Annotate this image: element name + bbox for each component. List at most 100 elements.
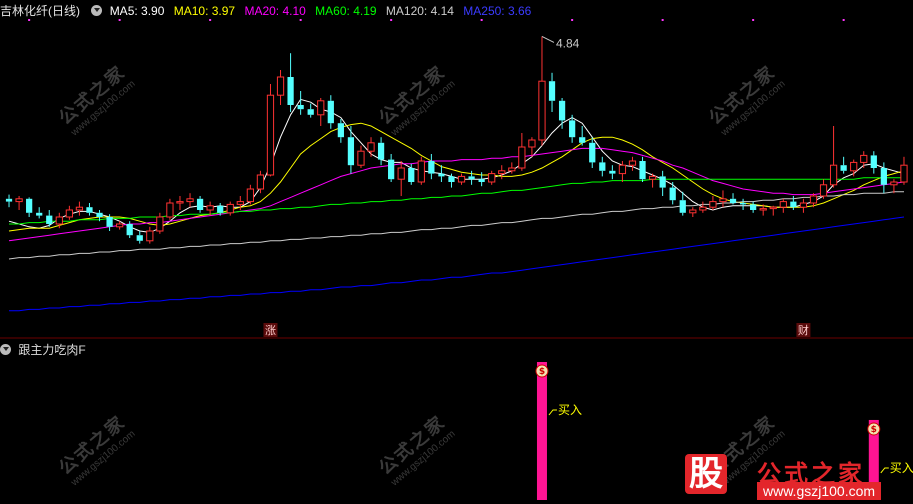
candle-body-up [779,201,787,208]
candle-body-down [86,207,93,213]
event-mark-label: 财 [798,323,809,337]
candle-body-down [669,187,676,201]
candle-body-down [679,200,686,213]
candle-body-up [709,201,717,208]
candle-body-down [739,203,747,205]
ma10-label: MA10: 3.97 [173,4,236,18]
candle-body-up [186,198,194,203]
candle-body-up [538,80,546,141]
candle-body-down [196,198,204,210]
candle-body-down [217,205,224,213]
candle-body-up [176,201,184,204]
candle-body-down [5,198,13,202]
buy-label: 买入 [558,403,582,417]
event-mark-label: 涨 [265,324,276,337]
candle-body-up [829,164,838,186]
candle-body-up [528,139,536,148]
candle-body-up [417,160,425,183]
ma60-label: MA60: 4.19 [315,4,377,18]
candle-body-up [367,142,375,152]
candle-body-up [206,205,214,211]
candle-body-up [648,175,657,180]
candle-body-up [246,188,254,203]
candle-body-down [750,204,757,210]
indicator-toggle-icon[interactable] [91,5,103,16]
candle-body-up [518,146,526,169]
candle-body-up [146,230,154,242]
candle-body-up [508,167,516,172]
candle-body-down [729,198,737,203]
logo-glyph: 股 [685,454,727,494]
candle-body-up [799,202,808,208]
candle-body-down [297,105,304,110]
ma5-label: MA5: 3.90 [109,4,165,18]
candle-body-down [639,161,646,180]
candle-body-down [388,159,395,180]
candle-body-down [548,81,556,101]
candle-body-down [46,215,53,224]
boundary-dot [752,19,755,21]
candle-body-up [719,198,727,203]
sub-indicator-name: 跟主力吃肉F [18,343,86,357]
candle-body-up [900,164,908,183]
svg-text:$: $ [871,425,877,435]
candle [417,156,425,185]
logo-url: www.gszj100.com [757,482,882,500]
candle-body-up [809,195,818,204]
candle-body-down [337,123,344,138]
candle-body-up [488,173,496,183]
candle-body-down [558,100,566,121]
sub-indicator-legend: 跟主力吃肉F [0,342,86,358]
candle-body-down [448,176,455,182]
boundary-dot [842,19,845,21]
ma120-label: MA120: 4.14 [385,4,454,18]
candle [266,84,275,177]
boundary-dot [571,19,574,21]
candle-body-up [156,216,164,232]
ma250-label: MA250: 3.66 [463,4,532,18]
candle-body-down [790,201,797,208]
site-logo: 股 公式之家 www.gszj100.com [679,452,909,502]
candle-body-up [317,100,325,116]
candle-body-down [599,162,606,171]
boundary-dot [661,19,664,21]
sub-indicator-toggle-icon[interactable] [0,344,11,355]
candle-body-down [428,161,435,174]
candle-body-down [478,179,485,182]
candle-body-up [236,201,244,205]
candle-body-up [759,208,767,211]
candle-body-down [377,142,385,160]
stock-title: 吉林化纤(日线) [0,4,80,18]
candle-body-up [699,206,707,211]
ma-legend: 吉林化纤(日线) MA5: 3.90 MA10: 3.97 MA20: 4.10… [0,2,537,20]
candle-body-up [498,170,506,175]
candle-body-up [457,175,466,183]
candle-body-down [106,217,113,227]
candle-body-down [880,168,887,185]
candle-body-up [116,223,124,228]
candle-body-down [569,120,576,138]
max-price-label: 4.84 [556,36,580,50]
candle-body-up [819,184,828,197]
money-bag-icon: $ [867,422,881,436]
candle-body-down [579,137,586,143]
candle-body-down [126,224,133,236]
candle-body-down [307,109,314,115]
candle-body-up [618,164,627,175]
candle-body-down [327,100,334,124]
candle-body-down [287,77,294,105]
candle-body-up [769,206,777,210]
candle-body-up [65,209,73,218]
candle-body-down [36,212,43,216]
candle-body-up [226,203,234,214]
candle-body-up [276,76,285,96]
candle-body-up [689,209,697,214]
candle-body-up [850,161,858,172]
candle-body-up [860,154,868,163]
candle-body-down [136,235,143,241]
candle-body-down [438,173,445,177]
candle-body-down [609,170,616,174]
money-bag-icon: $ [535,364,549,378]
candle-body-down [840,165,847,171]
ma20-label: MA20: 4.10 [244,4,306,18]
